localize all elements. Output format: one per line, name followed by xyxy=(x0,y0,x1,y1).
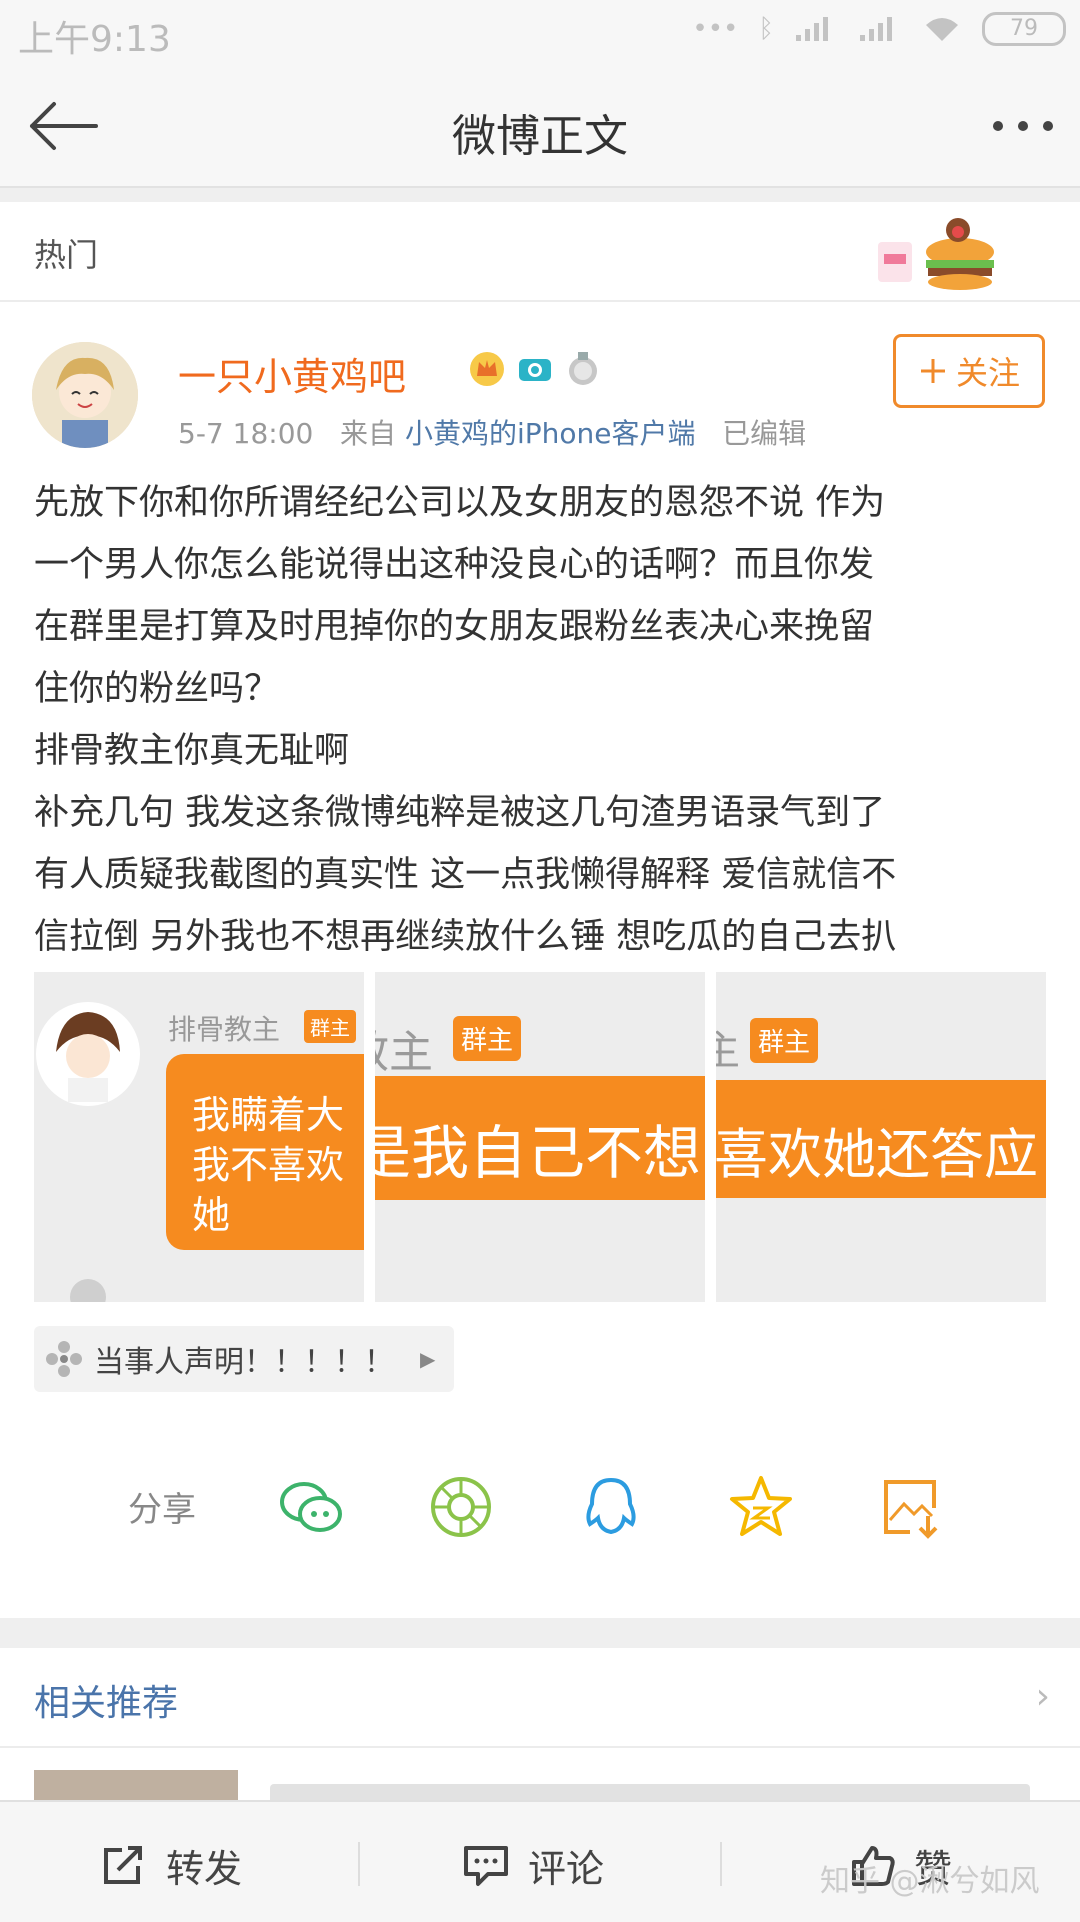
card-icon xyxy=(34,1326,94,1392)
divider xyxy=(0,188,1080,202)
pinwheel-icon xyxy=(46,1341,82,1377)
chat-bubble-text: 是我自己不想 xyxy=(375,1119,702,1187)
statement-link-card[interactable]: 当事人声明！！！！！ ▶ xyxy=(34,1326,454,1392)
user-avatar[interactable] xyxy=(32,342,138,448)
post-line: 住你的粉丝吗？ xyxy=(34,669,280,709)
battery-indicator: 79 xyxy=(982,12,1066,46)
wechat-icon[interactable] xyxy=(276,1472,346,1542)
related-label: 相关推荐 xyxy=(34,1683,179,1724)
post-line: 先放下你和你所谓经纪公司以及女朋友的恩怨不说 作为 xyxy=(34,483,886,523)
group-owner-tag: 群主 xyxy=(750,1018,819,1063)
signal-icon-2 xyxy=(860,17,892,41)
avatar-image xyxy=(32,342,138,448)
group-owner-tag: 群主 xyxy=(453,1016,522,1061)
moments-icon[interactable] xyxy=(426,1472,496,1542)
chat-bubble: 喜欢她还答应 xyxy=(716,1080,1046,1198)
hot-section-header: 热门 xyxy=(0,202,1080,302)
medal-badge-icon xyxy=(569,352,597,385)
chat-sender-name: 主 xyxy=(716,1028,740,1074)
chat-bubble-text: 我瞒着大 xyxy=(192,1093,345,1137)
chat-sender-name: 教主 xyxy=(375,1027,433,1078)
wifi-icon xyxy=(926,18,958,41)
post-meta: 5-7 18:00 来自 小黄鸡的iPhone客户端 已编辑 xyxy=(178,412,806,452)
status-icons: ••• ᛒ 79 xyxy=(692,12,1066,46)
post-image-3[interactable]: 主 群主 喜欢她还答应 xyxy=(716,972,1046,1302)
page-title: 微博正文 xyxy=(452,111,628,162)
signal-icon xyxy=(796,17,828,41)
hot-label: 热门 xyxy=(34,236,99,274)
post-line: 信拉倒 另外我也不想再继续放什么锤 想吃瓜的自己去扒 xyxy=(34,917,897,957)
watermark: 知乎 @湫兮如风 xyxy=(820,1864,1040,1899)
chevron-right-icon: › xyxy=(1035,1676,1050,1717)
play-arrow-icon: ▶ xyxy=(420,1347,436,1371)
crown-badge-icon xyxy=(470,352,504,386)
qq-icon[interactable] xyxy=(576,1472,646,1542)
save-image-icon[interactable] xyxy=(876,1472,946,1542)
tab-divider xyxy=(720,1842,722,1886)
comment-label: 评论 xyxy=(528,1847,605,1891)
more-options-icon[interactable] xyxy=(988,106,1058,146)
tab-divider xyxy=(358,1842,360,1886)
chat-bubble: 我瞒着大 我不喜欢 她 xyxy=(166,1054,364,1250)
status-time: 上午9:13 xyxy=(18,19,171,60)
plus-icon xyxy=(920,359,945,383)
follow-button[interactable]: 关注 xyxy=(893,334,1045,408)
post-line: 一个男人你怎么能说得出这种没良心的话啊？而且你发 xyxy=(34,545,875,585)
nav-bar: 微博正文 xyxy=(0,66,1080,188)
chat-sender-name: 排骨教主 xyxy=(168,1013,281,1046)
chat-bubble: 是我自己不想 xyxy=(375,1076,705,1200)
user-badges xyxy=(468,350,602,388)
divider xyxy=(0,1618,1080,1648)
burger-mascot-decoration xyxy=(878,218,994,290)
post-image-2[interactable]: 教主 群主 是我自己不想 xyxy=(375,972,705,1302)
group-owner-tag: 群主 xyxy=(304,1010,356,1043)
repost-icon xyxy=(104,1845,142,1884)
post-line: 在群里是打算及时甩掉你的女朋友跟粉丝表决心来挽留 xyxy=(34,607,875,647)
dots-icon: ••• xyxy=(692,14,739,44)
comment-button[interactable]: 评论 xyxy=(462,1838,604,1893)
share-row: 分享 xyxy=(0,1460,1080,1550)
related-section-header[interactable]: 相关推荐 › xyxy=(0,1648,1080,1748)
post-line: 排骨教主你真无耻啊 xyxy=(34,731,350,771)
post-source[interactable]: 小黄鸡的iPhone客户端 xyxy=(405,417,696,450)
share-label: 分享 xyxy=(128,1490,196,1530)
edited-label: 已编辑 xyxy=(722,417,807,450)
post-line: 有人质疑我截图的真实性 这一点我懒得解释 爱信就信不 xyxy=(34,855,897,895)
status-bar: 上午9:13 ••• ᛒ 79 xyxy=(0,0,1080,66)
chat-bubble-text: 她 xyxy=(192,1193,231,1237)
username[interactable]: 一只小黄鸡吧 xyxy=(178,346,406,401)
post-image-1[interactable]: 排骨教主 群主 我瞒着大 我不喜欢 她 xyxy=(34,972,364,1302)
from-prefix: 来自 xyxy=(340,417,397,450)
post-body: 先放下你和你所谓经纪公司以及女朋友的恩怨不说 作为 一个男人你怎么能说得出这种没… xyxy=(34,472,1054,968)
post-date: 5-7 18:00 xyxy=(178,417,314,450)
post-images: 排骨教主 群主 我瞒着大 我不喜欢 她 教主 群主 是我自己不想 主 群主 喜欢… xyxy=(34,972,1046,1302)
repost-label: 转发 xyxy=(166,1847,243,1891)
chat-bubble-text: 喜欢她还答应 xyxy=(716,1123,1038,1186)
comment-icon xyxy=(464,1845,508,1886)
follow-label: 关注 xyxy=(955,354,1020,392)
card-text: 当事人声明！！！！！ xyxy=(94,1345,394,1380)
bluetooth-icon: ᛒ xyxy=(758,14,774,44)
repost-button[interactable]: 转发 xyxy=(100,1838,242,1893)
post-line: 补充几句 我发这条微博纯粹是被这几句渣男语录气到了 xyxy=(34,793,886,833)
chat-bubble-text: 我不喜欢 xyxy=(192,1143,345,1187)
qzone-icon[interactable] xyxy=(726,1472,796,1542)
camera-badge-icon xyxy=(519,359,551,381)
